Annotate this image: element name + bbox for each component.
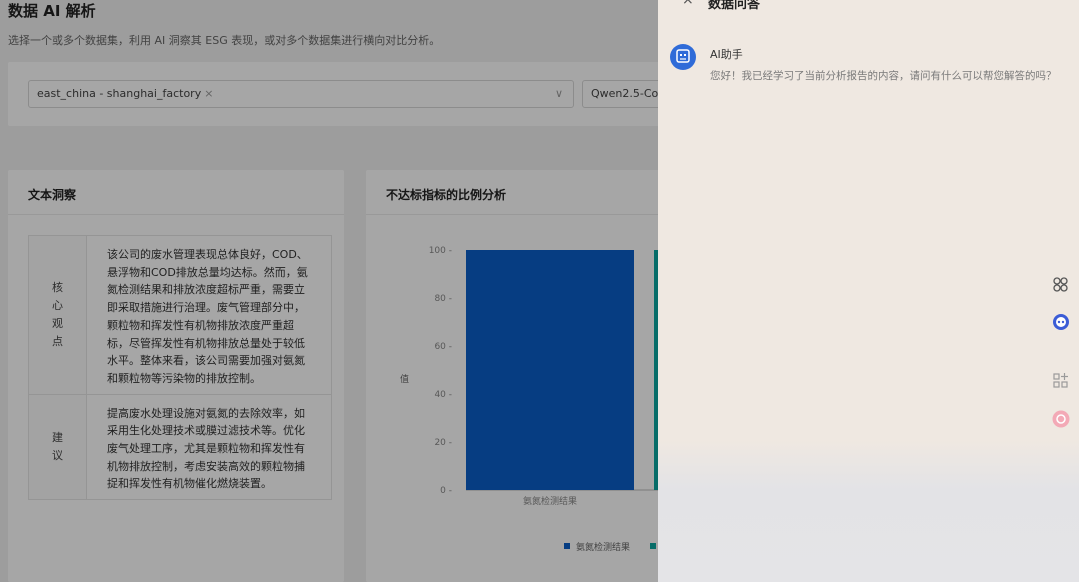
mouse-cursor-icon [826,492,838,508]
assistant-bot-icon[interactable] [1052,313,1070,331]
timer-elapsed: 00:04 [892,550,924,563]
drawer-title: 数据问答 [708,0,761,12]
ai-avatar [670,44,696,70]
message-text: 您好！我已经学习了当前分析报告的内容，请问有什么可以帮您解答的吗？ [710,70,1057,82]
robot-icon [676,49,690,63]
text-caret [858,558,859,572]
modal-overlay[interactable] [0,0,658,582]
chat-drawer: × 数据问答 AI助手 您好！我已经学习了当前分析报告的内容，请问有什么可以帮您… [658,0,1079,582]
pink-badge-icon[interactable] [1052,410,1070,428]
chat-input[interactable]: 你对本污染物排放结果有什么建议吗 [672,550,877,576]
message-sender: AI助手 [710,48,743,61]
recording-timer: 00:04 / 120:00 [892,550,973,563]
grid-icon[interactable] [1052,276,1070,294]
scan-add-icon[interactable] [1052,372,1070,390]
timer-separator: / [927,550,931,563]
stop-recording-button[interactable]: 结束录制 [990,546,1058,570]
close-icon[interactable]: × [682,0,694,8]
timer-total: 120:00 [934,550,974,563]
